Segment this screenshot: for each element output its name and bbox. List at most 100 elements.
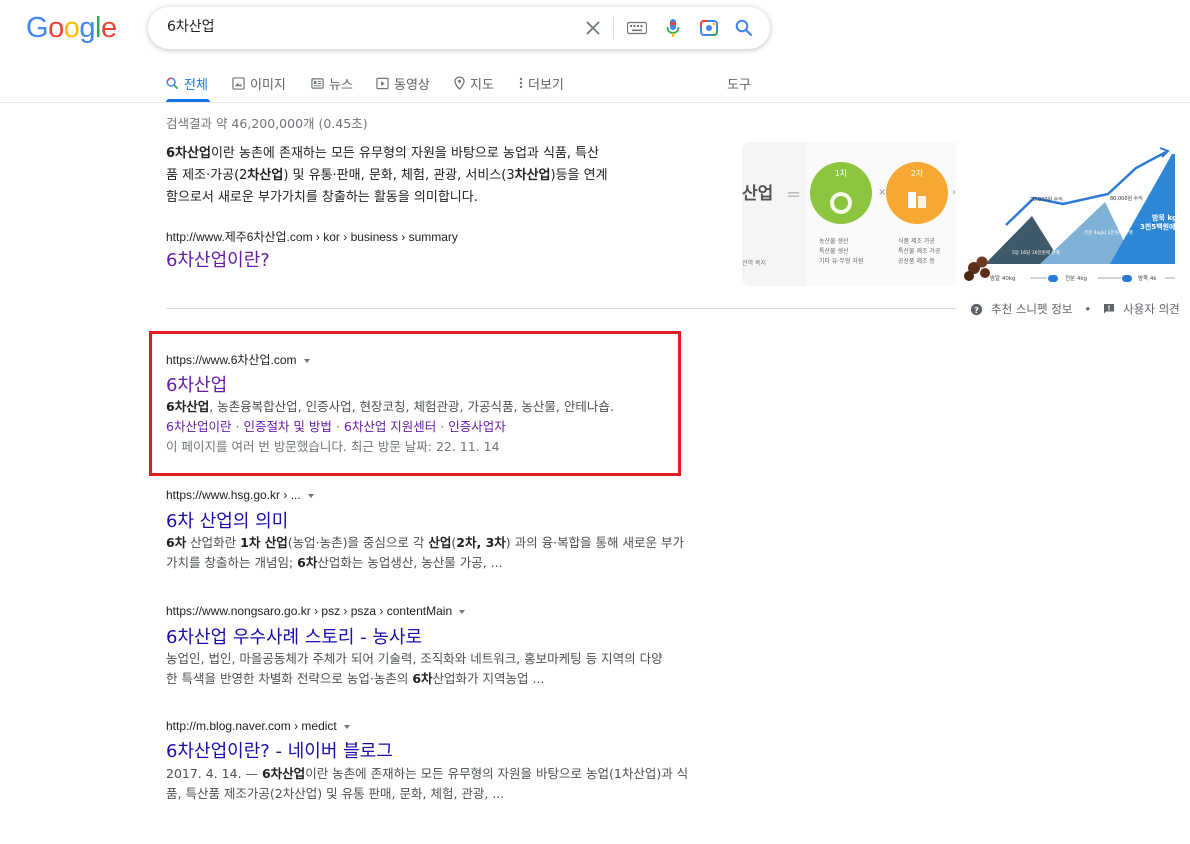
- sitelink[interactable]: 6차산업 지원센터: [344, 419, 436, 434]
- google-logo[interactable]: Google: [26, 12, 117, 45]
- desc-text: 품, 특산품 제조가공(2차산업) 및 유통 판매, 문화, 체험, 관광, .…: [166, 786, 505, 801]
- diagram-caption: 특산물 생산: [819, 247, 849, 255]
- result-url[interactable]: https://www.nongsaro.go.kr › psz › psza …: [166, 604, 466, 618]
- desc-text: 산업화가 지역농업 ...: [432, 671, 545, 686]
- result-title[interactable]: 6차산업: [166, 371, 227, 397]
- chart-label: 밤알 40kg: [990, 274, 1016, 282]
- result-url[interactable]: https://www.6차산업.com: [166, 351, 310, 368]
- snippet-line: 함으로서 새로운 부가가치를 창출하는 활동을 의미합니다.: [166, 187, 686, 209]
- chevron-down-icon[interactable]: [303, 358, 310, 363]
- about-snippet-link: 추천 스니펫 정보: [991, 302, 1073, 316]
- desc-bold: 6차: [166, 535, 187, 550]
- result-description: 농업인, 법인, 마을공동체가 주체가 되어 기술력, 조직화와 네트워크, 홍…: [166, 649, 726, 689]
- snippet-text: )등을 연계: [550, 168, 608, 183]
- logo-letter: e: [100, 12, 117, 44]
- result-stats: 검색결과 약 46,200,000개 (0.45초): [166, 116, 368, 131]
- result-title[interactable]: 6차산업이란? - 네이버 블로그: [166, 737, 393, 763]
- result-url-text: https://www.hsg.go.kr › ...: [166, 488, 301, 502]
- result-url-text: https://www.6차산업.com: [166, 353, 297, 367]
- search-box[interactable]: [148, 7, 770, 49]
- featured-snippet-text: 6차산업이란 농촌에 존재하는 모든 유무형의 자원을 바탕으로 농업과 식품,…: [166, 143, 686, 209]
- tools-button[interactable]: 도구: [727, 73, 751, 93]
- result-url[interactable]: https://www.hsg.go.kr › ...: [166, 488, 314, 502]
- diagram-caption: 관역 복지: [742, 259, 766, 267]
- desc-text: , 농촌융복합산업, 인증사업, 현장코칭, 체험관광, 가공식품, 농산물, …: [209, 399, 614, 414]
- search-input[interactable]: [167, 18, 567, 34]
- chart-label: 3천5백원에: [1140, 222, 1175, 231]
- desc-text: 농업인, 법인, 마을공동체가 주체가 되어 기술력, 조직화와 네트워크, 홍…: [166, 651, 663, 666]
- featured-snippet-url: http://www.제주6차산업.com › kor › business ›…: [166, 230, 458, 244]
- image-icon: [232, 76, 245, 90]
- separator-dot: ·: [235, 419, 240, 434]
- sitelink[interactable]: 6차산업이란: [166, 419, 231, 434]
- snippet-bold: 차산업: [247, 168, 284, 183]
- separator-dot: ·: [335, 419, 340, 434]
- chart-label: 전분 4kg: [1065, 274, 1087, 282]
- desc-text: 한 특색을 반영한 차별화 전략으로 농업·농촌의: [166, 671, 413, 686]
- tab-label: 더보기: [528, 77, 564, 93]
- tab-images[interactable]: 이미지: [232, 73, 286, 93]
- header-divider: [0, 102, 1190, 103]
- snippet-bold: 6차산업: [166, 146, 211, 161]
- featured-snippet-title[interactable]: 6차산업이란?: [166, 246, 270, 272]
- tab-news[interactable]: 뉴스: [311, 73, 353, 93]
- svg-text:×: ×: [878, 187, 886, 198]
- result-title[interactable]: 6차산업 우수사례 스토리 - 농사로: [166, 623, 422, 649]
- separator-dot: •: [1084, 302, 1092, 316]
- tab-more[interactable]: 더보기: [519, 73, 564, 93]
- logo-letter: o: [48, 12, 64, 44]
- tab-label: 전체: [184, 77, 208, 93]
- clear-icon[interactable]: [580, 15, 606, 41]
- sitelink[interactable]: 인증사업자: [448, 419, 506, 434]
- circle-label: 2차: [911, 169, 924, 178]
- result-description: 2017. 4. 14. — 6차산업이란 농촌에 존재하는 모든 유무형의 자…: [166, 764, 726, 804]
- tab-label: 이미지: [250, 77, 286, 93]
- result-url-text: https://www.nongsaro.go.kr › psz › psza …: [166, 604, 453, 618]
- snippet-line: 6차산업이란 농촌에 존재하는 모든 유무형의 자원을 바탕으로 농업과 식품,…: [166, 143, 686, 165]
- chart-label: 전분 4kg담 2만원에 판매: [1084, 229, 1133, 236]
- keyboard-icon[interactable]: [624, 15, 650, 41]
- desc-line: 농업인, 법인, 마을공동체가 주체가 되어 기술력, 조직화와 네트워크, 홍…: [166, 649, 726, 669]
- search-icon[interactable]: [731, 15, 757, 41]
- chart-label: 5등 16담 16만원에 판매: [1012, 249, 1060, 256]
- snippet-image-diagram[interactable]: 산업 = 1차 × 2차 › 관역 복지 농산물 생산 특산물 생산 기타 유·…: [742, 142, 956, 286]
- result-description: 6차 산업화란 1차 산업(농업·농촌)을 중심으로 각 산업(2차, 3차) …: [166, 533, 726, 573]
- featured-snippet-about[interactable]: ? 추천 스니펫 정보 • 사용자 의견: [970, 301, 1180, 317]
- chart-label: 밤묵 4k: [1138, 274, 1157, 282]
- sitelink[interactable]: 인증절차 및 방법: [243, 419, 331, 434]
- desc-bold: 2차, 3차: [456, 535, 506, 550]
- logo-letter: G: [26, 12, 49, 44]
- camera-lens-icon[interactable]: [696, 15, 722, 41]
- visited-note: 이 페이지를 여러 번 방문했습니다. 최근 방문 날짜: 22. 11. 14: [166, 439, 500, 454]
- snippet-image-chart[interactable]: 20,000원 수익 80,000원 수익 5등 16담 16만원에 판매 전분…: [960, 142, 1175, 286]
- diagram-label: 산업: [742, 184, 773, 204]
- svg-text:?: ?: [974, 304, 979, 314]
- tab-all[interactable]: 전체: [166, 73, 208, 93]
- desc-text: (농업·농촌)을 중심으로 각: [287, 535, 429, 550]
- circle-label: 1차: [835, 169, 848, 178]
- diagram-drawing: 산업 = 1차 × 2차 › 관역 복지 농산물 생산 특산물 생산 기타 유·…: [742, 142, 956, 286]
- chart-label: 밤묵 kg: [1152, 213, 1175, 222]
- tab-videos[interactable]: 동영상: [376, 73, 430, 93]
- result-url[interactable]: http://m.blog.naver.com › medict: [166, 719, 350, 733]
- result-url-text: http://m.blog.naver.com › medict: [166, 719, 337, 733]
- chevron-down-icon[interactable]: [343, 724, 350, 729]
- svg-text:=: =: [786, 184, 801, 205]
- desc-bold: 6차: [297, 555, 318, 570]
- chevron-down-icon[interactable]: [459, 609, 466, 614]
- chevron-down-icon[interactable]: [307, 493, 314, 498]
- snippet-text: ) 및 유통·판매, 문화, 체험, 관광, 서비스(3: [283, 168, 515, 183]
- result-description: 6차산업, 농촌융복합산업, 인증사업, 현장코칭, 체험관광, 가공식품, 농…: [166, 397, 686, 417]
- chart-label: 20,000원 수익: [1030, 196, 1063, 203]
- result-title[interactable]: 6차 산업의 의미: [166, 507, 288, 533]
- tab-maps[interactable]: 지도: [454, 73, 494, 93]
- desc-bold: 1차 산업: [240, 535, 288, 550]
- separator-dot: ·: [440, 419, 445, 434]
- tools-label: 도구: [727, 77, 751, 93]
- desc-text: 산업화는 농업생산, 농산물 가공, ...: [317, 555, 503, 570]
- microphone-icon[interactable]: [660, 15, 686, 41]
- snippet-divider: [166, 308, 956, 309]
- video-icon: [376, 77, 389, 89]
- desc-text: 산업화란: [186, 535, 241, 550]
- svg-text:›: ›: [952, 187, 956, 198]
